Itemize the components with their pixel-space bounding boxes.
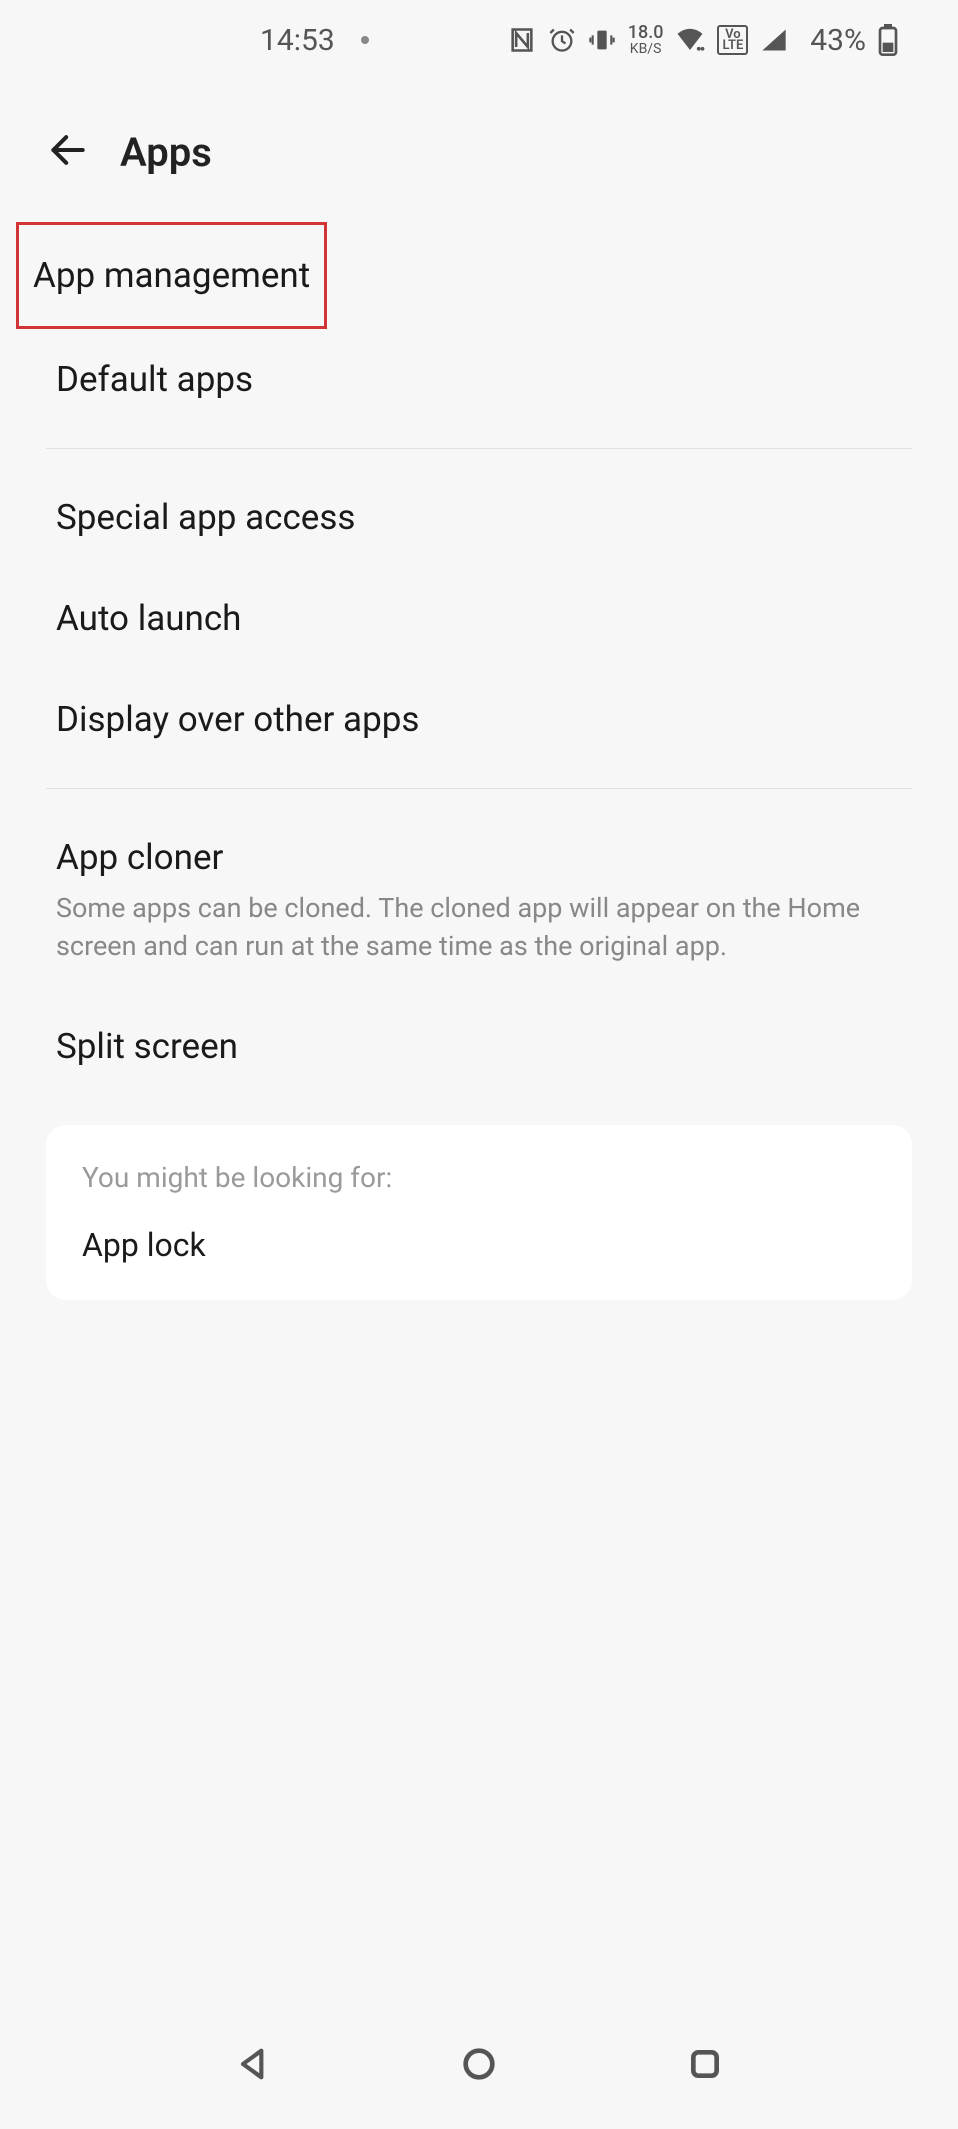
battery-percent: 43% xyxy=(810,23,866,58)
page-header: Apps xyxy=(0,80,958,212)
list-item-label: App management xyxy=(33,255,310,296)
back-arrow-icon[interactable] xyxy=(46,128,90,176)
list-item-label: Auto launch xyxy=(56,598,902,639)
vibrate-icon xyxy=(588,26,616,54)
list-item-app-cloner[interactable]: App cloner Some apps can be cloned. The … xyxy=(46,807,912,996)
divider xyxy=(46,448,912,449)
navigation-bar xyxy=(0,1999,958,2129)
alarm-icon xyxy=(548,26,576,54)
nav-recent-icon[interactable] xyxy=(685,2044,725,2084)
nav-back-icon[interactable] xyxy=(233,2044,273,2084)
list-item-subtitle: Some apps can be cloned. The cloned app … xyxy=(56,890,902,966)
volte-icon: VoLTE xyxy=(717,25,748,55)
suggestion-card: You might be looking for: App lock xyxy=(46,1125,912,1300)
nav-home-icon[interactable] xyxy=(459,2044,499,2084)
list-item-label: Split screen xyxy=(56,1026,902,1067)
list-item-display-over-other-apps[interactable]: Display over other apps xyxy=(46,669,912,770)
list-item-split-screen[interactable]: Split screen xyxy=(46,996,912,1097)
status-dot-icon xyxy=(361,36,369,44)
status-bar: 14:53 18.0 KB/S VoLTE 43% xyxy=(0,0,958,80)
wifi-icon xyxy=(675,27,705,53)
list-item-app-management[interactable]: App management xyxy=(16,222,327,329)
list-item-auto-launch[interactable]: Auto launch xyxy=(46,568,912,669)
suggestion-item-app-lock[interactable]: App lock xyxy=(82,1226,876,1264)
data-rate-indicator: 18.0 KB/S xyxy=(628,24,664,56)
list-item-label: Special app access xyxy=(56,497,902,538)
list-item-label: Default apps xyxy=(56,359,902,400)
signal-icon xyxy=(760,27,788,53)
battery-icon xyxy=(878,24,898,56)
suggestion-heading: You might be looking for: xyxy=(82,1161,876,1194)
list-item-default-apps[interactable]: Default apps xyxy=(46,329,912,430)
nfc-icon xyxy=(508,26,536,54)
divider xyxy=(46,788,912,789)
page-title: Apps xyxy=(120,129,212,176)
status-time: 14:53 xyxy=(260,23,335,58)
list-item-special-app-access[interactable]: Special app access xyxy=(46,467,912,568)
settings-list: App management Default apps Special app … xyxy=(0,212,958,1310)
list-item-label: Display over other apps xyxy=(56,699,902,740)
list-item-label: App cloner xyxy=(56,837,902,878)
